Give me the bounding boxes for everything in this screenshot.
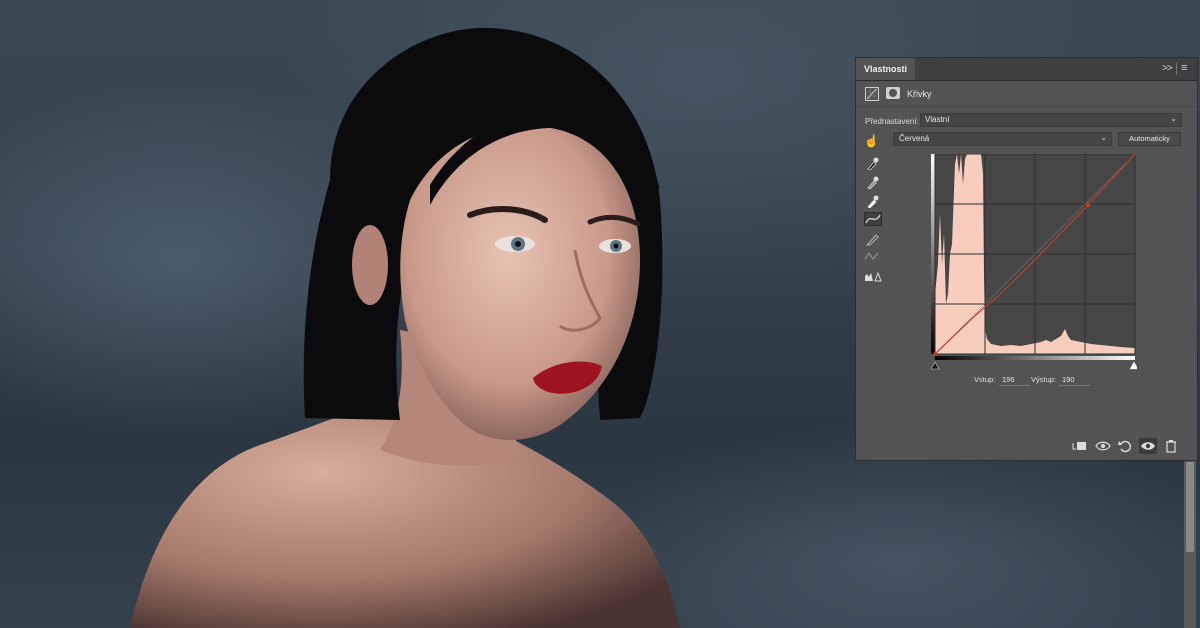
white-point-eyedropper-icon[interactable] [864, 194, 882, 208]
preset-label: Přednastavení: [865, 117, 919, 126]
properties-panel: Vlastnosti >> ≡ Křivky Přednastavení: Vl… [855, 57, 1198, 461]
trash-icon[interactable] [1162, 438, 1180, 454]
curves-graph[interactable] [931, 154, 1137, 372]
output-gradient-bar [931, 154, 935, 354]
smooth-curve-icon[interactable] [864, 250, 882, 264]
input-label: Vstup: [974, 375, 996, 384]
preset-dropdown[interactable]: Vlastní ⌄ [920, 113, 1182, 127]
adjustment-title: Křivky [907, 89, 932, 99]
input-gradient-bar [935, 356, 1135, 360]
curves-adjustment-icon[interactable] [865, 87, 879, 101]
auto-button[interactable]: Automaticky [1118, 132, 1181, 146]
channel-dropdown[interactable]: Červená ⌄ [893, 132, 1112, 146]
chevron-down-icon: ⌄ [1170, 114, 1177, 123]
black-input-slider[interactable] [931, 361, 940, 370]
pencil-icon[interactable] [864, 232, 882, 246]
channel-value: Červená [899, 134, 930, 143]
input-value-field[interactable]: 196 [999, 374, 1030, 386]
chevron-down-icon: ⌄ [1100, 133, 1107, 142]
reset-icon[interactable] [1116, 438, 1134, 454]
layer-mask-icon[interactable] [886, 87, 900, 99]
output-label: Výstup: [1031, 375, 1057, 384]
view-previous-icon[interactable] [1094, 438, 1112, 454]
panel-menu-icon[interactable]: ≡ [1181, 62, 1187, 74]
curve-black-point[interactable] [933, 352, 937, 356]
histogram-warning-icon[interactable] [864, 270, 882, 284]
output-value-field[interactable]: 190 [1059, 374, 1090, 386]
titlebar-divider [1176, 63, 1177, 75]
clip-to-layer-icon[interactable] [1070, 438, 1088, 454]
panel-titlebar: Vlastnosti >> ≡ [856, 58, 1197, 81]
panel-footer [856, 432, 1197, 460]
white-input-slider[interactable] [1129, 361, 1137, 370]
canvas-scrollbar-thumb[interactable] [1186, 462, 1194, 552]
collapse-panel-icon[interactable]: >> [1162, 63, 1173, 74]
preset-value: Vlastní [925, 115, 950, 124]
black-point-eyedropper-icon[interactable] [864, 156, 882, 170]
gray-point-eyedropper-icon[interactable] [864, 175, 882, 189]
visibility-eye-icon[interactable] [1139, 438, 1157, 454]
curve-control-point[interactable] [1085, 202, 1091, 208]
adjustment-header: Křivky [856, 82, 1197, 107]
on-image-adjust-hand-icon[interactable]: ☝ [864, 134, 879, 148]
tab-properties[interactable]: Vlastnosti [856, 58, 916, 80]
edit-points-curve-icon[interactable] [864, 212, 882, 226]
